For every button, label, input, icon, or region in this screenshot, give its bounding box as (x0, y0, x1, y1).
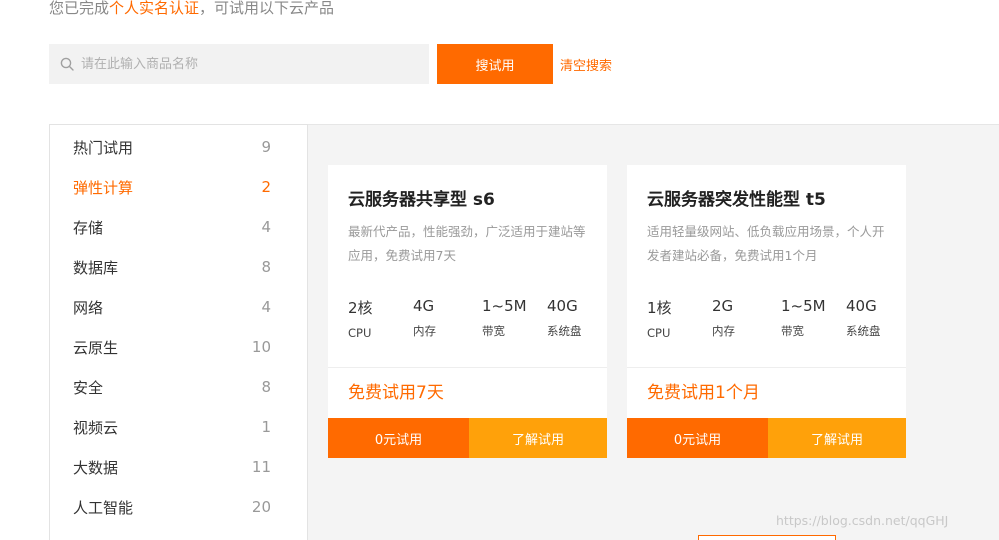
spec-memory: 2G 内存 (712, 297, 735, 339)
sidebar-item-label: 弹性计算 (73, 178, 134, 197)
sidebar-item-security[interactable]: 安全 8 (50, 367, 307, 407)
sidebar-item-count: 1 (261, 418, 271, 436)
card-specs: 1核 CPU 2G 内存 1~5M 带宽 40G 系统盘 (647, 297, 897, 347)
free-trial-button[interactable]: 0元试用 (328, 418, 469, 458)
spec-bandwidth: 1~5M 带宽 (482, 297, 527, 339)
card-actions: 0元试用 了解试用 (627, 418, 906, 458)
sidebar-item-video-cloud[interactable]: 视频云 1 (50, 407, 307, 447)
spec-label: 系统盘 (846, 324, 881, 338)
product-card-s6: 云服务器共享型 s6 最新代产品，性能强劲，广泛适用于建站等应用，免费试用7天 … (328, 165, 607, 458)
sidebar-item-label: 人工智能 (73, 498, 134, 517)
spec-value: 4G (413, 297, 435, 315)
spec-value: 1~5M (781, 297, 826, 315)
spec-label: 内存 (413, 324, 436, 338)
spec-label: CPU (348, 326, 372, 340)
sidebar-item-label: 数据库 (73, 258, 119, 277)
sidebar-item-label: 视频云 (73, 418, 119, 437)
spec-label: 带宽 (781, 324, 804, 338)
sidebar-item-count: 2 (261, 178, 271, 196)
sidebar-item-hot-trials[interactable]: 热门试用 9 (50, 127, 307, 167)
spec-value: 40G (846, 297, 877, 315)
spec-cpu: 2核 CPU (348, 297, 373, 340)
spec-label: 系统盘 (547, 324, 582, 338)
sidebar-item-count: 11 (251, 458, 271, 476)
card-actions: 0元试用 了解试用 (328, 418, 607, 458)
sidebar-item-database[interactable]: 数据库 8 (50, 247, 307, 287)
spec-label: CPU (647, 326, 671, 340)
sidebar-item-count: 4 (261, 298, 271, 316)
sidebar-item-count: 20 (251, 498, 271, 516)
watermark-text: https://blog.csdn.net/qqGHJ (776, 513, 949, 528)
spec-system-disk: 40G 系统盘 (846, 297, 881, 339)
free-trial-button[interactable]: 0元试用 (627, 418, 768, 458)
sidebar-item-network[interactable]: 网络 4 (50, 287, 307, 327)
sidebar-item-storage[interactable]: 存储 4 (50, 207, 307, 247)
sidebar-item-label: 大数据 (73, 458, 119, 477)
card-description: 最新代产品，性能强劲，广泛适用于建站等应用，免费试用7天 (348, 224, 586, 263)
sidebar-item-count: 9 (261, 138, 271, 156)
card-title: 云服务器突发性能型 t5 (647, 190, 826, 210)
sidebar-item-label: 热门试用 (73, 138, 134, 157)
sidebar-item-label: 网络 (73, 298, 104, 317)
spec-value: 2核 (348, 299, 373, 317)
search-box (49, 44, 429, 84)
category-sidebar: 热门试用 9 弹性计算 2 存储 4 数据库 8 网络 4 云原生 10 安全 … (49, 124, 308, 540)
spec-bandwidth: 1~5M 带宽 (781, 297, 826, 339)
spec-label: 内存 (712, 324, 735, 338)
product-card-t5: 云服务器突发性能型 t5 适用轻量级网站、低负载应用场景，个人开发者建站必备，免… (627, 165, 906, 458)
card-specs: 2核 CPU 4G 内存 1~5M 带宽 40G 系统盘 (348, 297, 598, 347)
sidebar-item-ai[interactable]: 人工智能 20 (50, 487, 307, 527)
spec-value: 1核 (647, 299, 672, 317)
sidebar-item-cloud-native[interactable]: 云原生 10 (50, 327, 307, 367)
spec-value: 40G (547, 297, 578, 315)
sidebar-item-count: 8 (261, 258, 271, 276)
card-trial-period: 免费试用7天 (348, 383, 444, 403)
verification-notice: 您已完成个人实名认证，可试用以下云产品 (49, 0, 334, 18)
sidebar-item-count: 4 (261, 218, 271, 236)
sidebar-item-big-data[interactable]: 大数据 11 (50, 447, 307, 487)
spec-cpu: 1核 CPU (647, 297, 672, 340)
sidebar-item-count: 8 (261, 378, 271, 396)
learn-trial-button[interactable]: 了解试用 (469, 418, 607, 458)
notice-prefix: 您已完成 (49, 0, 110, 17)
card-divider (328, 367, 607, 368)
pagination-fragment[interactable] (698, 535, 836, 540)
card-trial-period: 免费试用1个月 (647, 383, 760, 403)
spec-value: 1~5M (482, 297, 527, 315)
search-icon (59, 56, 75, 72)
card-divider (627, 367, 906, 368)
search-trial-button[interactable]: 搜试用 (437, 44, 553, 84)
spec-label: 带宽 (482, 324, 505, 338)
sidebar-item-label: 存储 (73, 218, 104, 237)
spec-memory: 4G 内存 (413, 297, 436, 339)
card-description: 适用轻量级网站、低负载应用场景，个人开发者建站必备，免费试用1个月 (647, 224, 885, 263)
real-name-auth-link[interactable]: 个人实名认证 (109, 0, 199, 17)
sidebar-item-label: 云原生 (73, 338, 119, 357)
clear-search-link[interactable]: 清空搜索 (560, 55, 612, 74)
search-input[interactable] (81, 44, 429, 84)
learn-trial-button[interactable]: 了解试用 (768, 418, 906, 458)
sidebar-item-elastic-compute[interactable]: 弹性计算 2 (50, 167, 307, 207)
sidebar-item-count: 10 (251, 338, 271, 356)
sidebar-item-label: 安全 (73, 378, 104, 397)
spec-value: 2G (712, 297, 734, 315)
card-title: 云服务器共享型 s6 (348, 190, 495, 210)
notice-suffix: ，可试用以下云产品 (199, 0, 335, 17)
spec-system-disk: 40G 系统盘 (547, 297, 582, 339)
page: 您已完成个人实名认证，可试用以下云产品 搜试用 清空搜索 热门试用 9 弹性计算… (0, 0, 999, 540)
